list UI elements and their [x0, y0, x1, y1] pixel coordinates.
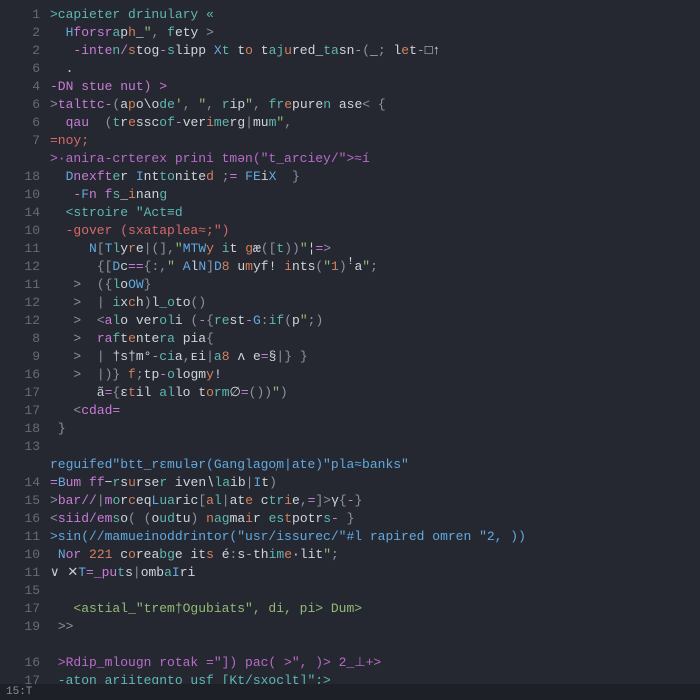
- code-line[interactable]: -Fn fs_inang: [50, 186, 700, 204]
- line-number: 16: [0, 654, 40, 672]
- line-number: 15: [0, 582, 40, 600]
- code-line[interactable]: > raftentera pia{: [50, 330, 700, 348]
- line-number: 9: [0, 348, 40, 366]
- code-line[interactable]: qau (tresscof-verimerg|mum",: [50, 114, 700, 132]
- line-number: 11: [0, 276, 40, 294]
- code-line[interactable]: <siid/emso( (oudtu) nagmair estpotrs- }: [50, 510, 700, 528]
- code-line[interactable]: >>: [50, 618, 700, 636]
- code-line[interactable]: =noy;: [50, 132, 700, 150]
- code-line[interactable]: <cdad=: [50, 402, 700, 420]
- code-line[interactable]: <stroire "Act≡d: [50, 204, 700, 222]
- code-line[interactable]: Dnexfter Inttonited ;= FEiX }: [50, 168, 700, 186]
- code-line[interactable]: <astial_"trem†Ogubiats", di, pi> Dum>: [50, 600, 700, 618]
- line-number: 17: [0, 384, 40, 402]
- code-line[interactable]: >talttc-(apo\ode', ", rip", frepuren ase…: [50, 96, 700, 114]
- line-number-gutter: 1226466718101410111211121289161717181314…: [0, 6, 50, 700]
- line-number: 11: [0, 240, 40, 258]
- code-line[interactable]: {[Dc=={:," AlN]D8 umyf! ints("1)ꜝa";: [50, 258, 700, 276]
- line-number: 16: [0, 510, 40, 528]
- status-bar: 15:T: [0, 684, 700, 700]
- line-number: 12: [0, 294, 40, 312]
- line-number: 14: [0, 204, 40, 222]
- code-line[interactable]: .: [50, 60, 700, 78]
- line-number: 6: [0, 114, 40, 132]
- code-line[interactable]: }: [50, 420, 700, 438]
- line-number: 12: [0, 258, 40, 276]
- line-number: 18: [0, 420, 40, 438]
- line-number: 12: [0, 312, 40, 330]
- line-number: 14: [0, 474, 40, 492]
- code-line[interactable]: > | †s†m°-cia,ᴇi|a8 ᴧ e=§|} }: [50, 348, 700, 366]
- code-line[interactable]: > <alo veroli (-{rest-G:if(p";): [50, 312, 700, 330]
- line-number: 10: [0, 546, 40, 564]
- line-number: [0, 636, 40, 654]
- line-number: 1: [0, 6, 40, 24]
- code-line[interactable]: >Rdip_mlougn rotak ="]) pac( >", )> 2_⊥+…: [50, 654, 700, 672]
- line-number: 2: [0, 24, 40, 42]
- line-number: 4: [0, 78, 40, 96]
- code-line[interactable]: > |)} f;tp-ologmy!: [50, 366, 700, 384]
- line-number: [0, 150, 40, 168]
- line-number: 13: [0, 438, 40, 456]
- cursor-position: 15:T: [6, 686, 32, 698]
- code-line[interactable]: Nor 221 coreabge its é:s-thime·lit";: [50, 546, 700, 564]
- line-number: 10: [0, 186, 40, 204]
- code-line[interactable]: Hforsraph_", fety >: [50, 24, 700, 42]
- code-line[interactable]: -gover (sxataplea≈;"): [50, 222, 700, 240]
- code-line[interactable]: >capieter drinulary «: [50, 6, 700, 24]
- code-line[interactable]: -inten/stog-slipp Xt to tajured_tasn-(_;…: [50, 42, 700, 60]
- line-number: 8: [0, 330, 40, 348]
- code-editor: 1226466718101410111211121289161717181314…: [0, 0, 700, 700]
- line-number: 11: [0, 564, 40, 582]
- line-number: 2: [0, 42, 40, 60]
- code-line[interactable]: -DN stue nut) >: [50, 78, 700, 96]
- code-line[interactable]: =Bum ff−rsurser iven∖laib|It): [50, 474, 700, 492]
- line-number: 11: [0, 528, 40, 546]
- code-line[interactable]: [50, 636, 700, 654]
- line-number: 16: [0, 366, 40, 384]
- code-line[interactable]: [50, 582, 700, 600]
- line-number: 17: [0, 600, 40, 618]
- code-line[interactable]: [50, 438, 700, 456]
- code-line[interactable]: > | ixch)l_oto(): [50, 294, 700, 312]
- code-line[interactable]: >·anira-crterex prini tmən("t_arciey/">≈…: [50, 150, 700, 168]
- line-number: 6: [0, 60, 40, 78]
- code-line[interactable]: >bar//|morceqLuaric[al|ate ctrie,=]>γ{-}: [50, 492, 700, 510]
- code-line[interactable]: > ({loOW}: [50, 276, 700, 294]
- code-line[interactable]: N[Tlyre|(],"MTWy it gæ([t))"¦=>: [50, 240, 700, 258]
- code-line[interactable]: reguifed"btt_rɛmulər(Ganglago̩m|ate)"pla…: [50, 456, 700, 474]
- line-number: [0, 456, 40, 474]
- code-line[interactable]: ã={ɛtil allo torm∅=())"): [50, 384, 700, 402]
- line-number: 17: [0, 402, 40, 420]
- line-number: 19: [0, 618, 40, 636]
- code-area[interactable]: >capieter drinulary « Hforsraph_", fety …: [50, 6, 700, 700]
- line-number: 7: [0, 132, 40, 150]
- code-line[interactable]: >sin(//mamueinoddrintor("usr/issurec/"#l…: [50, 528, 700, 546]
- line-number: 10: [0, 222, 40, 240]
- line-number: 18: [0, 168, 40, 186]
- line-number: 15: [0, 492, 40, 510]
- line-number: 6: [0, 96, 40, 114]
- code-line[interactable]: ∨ ✕T=_puts|ombaIri: [50, 564, 700, 582]
